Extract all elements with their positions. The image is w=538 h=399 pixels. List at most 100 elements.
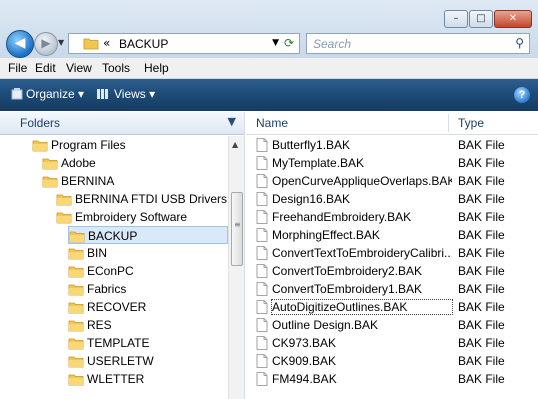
search-placeholder: Search (313, 37, 352, 51)
folder-tree-item[interactable]: BACKUP (68, 226, 228, 244)
refresh-button[interactable]: ⟳ (278, 34, 300, 52)
folder-tree-item[interactable]: WLETTER (68, 370, 228, 388)
folder-tree-item-label: TEMPLATE (87, 336, 150, 350)
address-bar[interactable]: « BACKUP ▼ (68, 33, 300, 54)
file-icon (256, 300, 268, 314)
file-type: BAK File (458, 336, 505, 350)
menu-bar: File Edit View Tools Help (0, 58, 538, 79)
folder-tree-item[interactable]: Adobe (42, 154, 228, 172)
menu-file[interactable]: File (8, 61, 27, 75)
file-row[interactable]: Design16.BAK BAK File (252, 190, 534, 208)
file-row[interactable]: ConvertTextToEmbroideryCalibri... BAK Fil… (252, 244, 534, 262)
refresh-icon: ⟳ (283, 36, 295, 50)
recent-pages-dropdown-icon[interactable]: ▼ (58, 38, 64, 47)
organize-label: Organize (26, 87, 75, 101)
file-row[interactable]: MorphingEffect.BAK BAK File (252, 226, 534, 244)
menu-tools[interactable]: Tools (102, 61, 130, 75)
folder-tree-item[interactable]: BERNINA (42, 172, 228, 190)
column-header-name[interactable]: Name (256, 116, 288, 130)
file-icon (256, 354, 268, 368)
file-row[interactable]: CK909.BAK BAK File (252, 352, 534, 370)
file-name: CK909.BAK (272, 354, 337, 368)
close-icon: ✕ (508, 13, 518, 24)
help-button[interactable]: ? (514, 87, 530, 103)
file-row[interactable]: Outline Design.BAK BAK File (252, 316, 534, 334)
folder-tree-item-label: Adobe (61, 156, 96, 170)
column-divider[interactable] (448, 114, 449, 132)
window-controls: – □ ✕ (443, 10, 532, 28)
scrollbar-thumb[interactable]: ≡ (231, 192, 243, 266)
search-icon[interactable]: ⚲ (515, 36, 524, 50)
file-icon (256, 156, 268, 170)
folder-tree-item[interactable]: RES (68, 316, 228, 334)
address-overflow-chevron[interactable]: « (103, 36, 110, 50)
folder-tree-item[interactable]: Embroidery Software (56, 208, 228, 226)
column-header-type[interactable]: Type (458, 116, 484, 130)
file-icon (256, 138, 268, 152)
file-type: BAK File (458, 282, 505, 296)
file-name: ConvertTextToEmbroideryCalibri... (272, 246, 452, 260)
folder-icon (68, 320, 84, 332)
back-button[interactable]: ◀ (6, 30, 34, 58)
grip-icon: ≡ (234, 220, 241, 229)
folder-tree-item-label: BACKUP (88, 229, 138, 243)
help-icon: ? (518, 89, 526, 101)
file-type: BAK File (458, 318, 505, 332)
chevron-down-icon[interactable]: ▼ (228, 115, 236, 128)
file-name: AutoDigitizeOutlines.BAK (271, 299, 453, 315)
file-row[interactable]: ConvertToEmbroidery1.BAK BAK File (252, 280, 534, 298)
file-name: Outline Design.BAK (272, 318, 379, 332)
folder-icon (68, 266, 84, 278)
file-icon (256, 282, 268, 296)
folder-tree-item-label: Embroidery Software (75, 210, 188, 224)
file-name: ConvertToEmbroidery1.BAK (272, 282, 423, 296)
folder-tree-item[interactable]: TEMPLATE (68, 334, 228, 352)
address-path[interactable]: BACKUP (119, 37, 168, 51)
navigation-pane: Folders ▼ Program Files Adobe BERNINA BERNI… (0, 112, 245, 399)
file-row[interactable]: AutoDigitizeOutlines.BAK BAK File (252, 298, 534, 316)
file-row[interactable]: MyTemplate.BAK BAK File (252, 154, 534, 172)
file-row[interactable]: CK973.BAK BAK File (252, 334, 534, 352)
folder-tree-item[interactable]: Fabrics (68, 280, 228, 298)
folders-header[interactable]: Folders ▼ (0, 112, 244, 135)
scroll-up-arrow-icon[interactable]: ▲ (232, 140, 238, 149)
organize-button[interactable]: Organize ▾ (26, 87, 84, 101)
back-arrow-icon: ◀ (14, 35, 26, 51)
folder-tree-item-label: RECOVER (87, 300, 147, 314)
folder-icon (68, 248, 84, 260)
search-input[interactable]: Search ⚲ (306, 33, 530, 54)
views-button[interactable]: Views ▾ (114, 87, 155, 101)
folder-tree-item[interactable]: EConPC (68, 262, 228, 280)
menu-edit[interactable]: Edit (35, 61, 56, 75)
folder-tree-item[interactable]: BERNINA FTDI USB Drivers Disl (56, 190, 228, 208)
folder-icon (42, 176, 58, 188)
folder-tree-item[interactable]: RECOVER (68, 298, 228, 316)
file-type: BAK File (458, 354, 505, 368)
file-row[interactable]: Butterfly1.BAK BAK File (252, 136, 534, 154)
folder-tree-item[interactable]: Program Files (32, 136, 228, 154)
folder-tree-item[interactable]: BIN (68, 244, 228, 262)
folder-tree: Program Files Adobe BERNINA BERNINA FTDI US… (0, 136, 228, 399)
minimize-button[interactable]: – (444, 10, 468, 28)
file-type: BAK File (458, 264, 505, 278)
folder-tree-scrollbar[interactable]: ▲ ≡ (228, 136, 244, 399)
folder-tree-item[interactable]: USERLETW (68, 352, 228, 370)
folder-tree-item-label: BERNINA FTDI USB Drivers Disl (75, 192, 228, 206)
menu-help[interactable]: Help (144, 61, 169, 75)
file-type: BAK File (458, 156, 505, 170)
forward-button[interactable]: ▶ (34, 32, 58, 56)
file-name: OpenCurveAppliqueOverlaps.BAK (272, 174, 452, 188)
file-name: CK973.BAK (272, 336, 337, 350)
maximize-button[interactable]: □ (469, 10, 493, 28)
file-row[interactable]: ConvertToEmbroidery2.BAK BAK File (252, 262, 534, 280)
file-row[interactable]: FreehandEmbroidery.BAK BAK File (252, 208, 534, 226)
menu-view[interactable]: View (66, 61, 92, 75)
organize-icon (11, 88, 23, 100)
file-icon (256, 210, 268, 224)
file-row[interactable]: OpenCurveAppliqueOverlaps.BAK BAK File (252, 172, 534, 190)
file-row[interactable]: FM494.BAK BAK File (252, 370, 534, 388)
close-button[interactable]: ✕ (494, 10, 532, 28)
file-type: BAK File (458, 246, 505, 260)
column-headers: Name Type (246, 112, 538, 135)
folder-icon (68, 374, 84, 386)
